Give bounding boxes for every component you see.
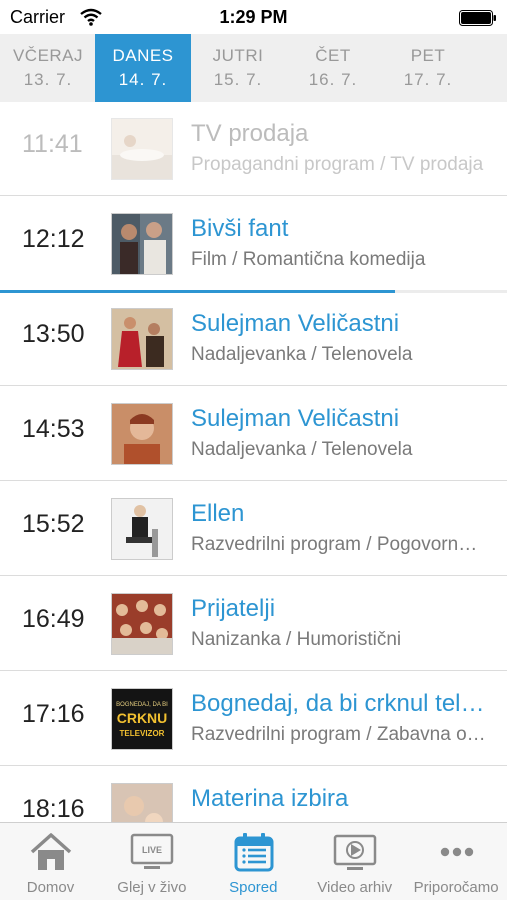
day-tab[interactable]: JUTRI 15. 7.	[190, 34, 286, 102]
tab-label: Glej v živo	[117, 879, 187, 896]
tab-calendar[interactable]: Spored	[203, 823, 304, 901]
program-row[interactable]: 11:41 TV prodaja Propagandni program / TV …	[0, 102, 507, 196]
day-tab[interactable]: S1	[475, 34, 507, 102]
svg-text:LIVE: LIVE	[142, 845, 162, 855]
program-list[interactable]: 11:41 TV prodaja Propagandni program / TV …	[0, 102, 507, 822]
clock: 1:29 PM	[219, 7, 288, 27]
program-genre: Razvedrilni program / Pogovorna oddaja	[191, 534, 487, 555]
day-name: ČET	[315, 46, 351, 65]
program-time: 14:53	[22, 415, 85, 443]
sulejman-thumbnail	[111, 308, 173, 370]
program-row[interactable]: 15:52 Ellen Razvedrilni program / Pogovorn…	[0, 482, 507, 576]
bivsi-fant-thumbnail	[111, 213, 173, 275]
video-archive-icon	[333, 834, 377, 870]
crknu-televizor-thumbnail: BOGNEDAJ, DA BI CRKNU TELEVIZOR	[111, 688, 173, 750]
day-selector: VČERAJ 13. 7. DANES 14. 7. JUTRI 15. 7. ČET 16.…	[0, 34, 507, 102]
program-row[interactable]: 17:16 BOGNEDAJ, DA BI CRKNU TELEVIZOR Bogned…	[0, 672, 507, 766]
program-row[interactable]: 12:12 Bivši fant Film / Romantična komedij…	[0, 197, 507, 293]
program-title: Sulejman Veličastni	[191, 405, 400, 432]
ellen-thumbnail	[111, 498, 173, 560]
more-dots-icon	[440, 847, 473, 857]
program-title: Sulejman Veličastni	[191, 310, 400, 337]
day-date: 13. 7.	[23, 70, 73, 89]
sulejman-portrait-thumbnail	[111, 403, 173, 465]
program-time: 13:50	[22, 320, 85, 348]
program-row[interactable]: 18:16 Materina izbira	[0, 767, 507, 822]
calendar-icon	[234, 833, 274, 872]
tab-label: Domov	[26, 879, 75, 896]
day-date: 1	[475, 70, 507, 90]
tab-label: Video arhiv	[317, 879, 393, 896]
program-title: Bivši fant	[191, 215, 289, 242]
program-genre: Propagandni program / TV prodaja	[191, 154, 484, 175]
day-tab[interactable]: PET 17. 7.	[380, 34, 476, 102]
live-tv-icon: LIVE	[131, 833, 174, 869]
home-icon	[30, 833, 72, 870]
day-date: 15. 7.	[213, 70, 263, 89]
svg-text:TELEVIZOR: TELEVIZOR	[120, 729, 165, 738]
program-row[interactable]: 16:49 Prijatelji Nanizanka / Humoristični	[0, 577, 507, 671]
program-genre: Nanizanka / Humoristični	[191, 629, 402, 650]
day-name: S	[475, 46, 507, 66]
tab-bar: Domov LIVE Glej v živo Spored Video arhiv Pri…	[0, 822, 507, 900]
day-date: 17. 7.	[403, 70, 453, 89]
day-date: 14. 7.	[118, 70, 168, 89]
day-tab[interactable]: ČET 16. 7.	[285, 34, 381, 102]
program-genre: Nadaljevanka / Telenovela	[191, 344, 413, 365]
tab-video-archive[interactable]: Video arhiv	[304, 823, 405, 901]
program-title: Bognedaj, da bi crknul televizor	[191, 690, 491, 717]
day-date: 16. 7.	[308, 70, 358, 89]
day-tab[interactable]: VČERAJ 13. 7.	[0, 34, 96, 102]
program-row[interactable]: 14:53 Sulejman Veličastni Nadaljevanka / T…	[0, 387, 507, 481]
tv-prodaja-thumbnail	[111, 118, 173, 180]
svg-text:CRKNU: CRKNU	[117, 710, 168, 726]
program-title: TV prodaja	[191, 120, 309, 147]
program-time: 18:16	[22, 795, 85, 822]
tab-live-tv[interactable]: LIVE Glej v živo	[101, 823, 202, 901]
program-time: 17:16	[22, 700, 85, 728]
tab-more-dots[interactable]: Priporočamo	[406, 823, 507, 901]
tab-home[interactable]: Domov	[0, 823, 101, 901]
program-title: Prijatelji	[191, 595, 276, 622]
program-time: 15:52	[22, 510, 85, 538]
program-time: 12:12	[22, 225, 85, 253]
program-title: Ellen	[191, 500, 245, 527]
prijatelji-thumbnail	[111, 593, 173, 655]
day-name: JUTRI	[212, 46, 264, 65]
program-time: 16:49	[22, 605, 85, 633]
day-name: DANES	[112, 46, 174, 65]
svg-text:BOGNEDAJ, DA BI: BOGNEDAJ, DA BI	[116, 702, 168, 708]
program-genre: Nadaljevanka / Telenovela	[191, 439, 413, 460]
day-tab[interactable]: DANES 14. 7.	[95, 34, 191, 102]
program-row[interactable]: 13:50 Sulejman Veličastni Nadaljevanka / T…	[0, 292, 507, 386]
battery-icon	[459, 10, 496, 26]
day-name: VČERAJ	[12, 46, 84, 65]
tab-label: Spored	[229, 879, 278, 896]
program-genre: Razvedrilni program / Zabavna oddaja	[191, 724, 487, 745]
day-name: PET	[410, 46, 446, 65]
tab-label: Priporočamo	[413, 879, 499, 896]
program-time: 11:41	[22, 130, 83, 158]
program-genre: Film / Romantična komedija	[191, 249, 426, 270]
materina-izbira-thumbnail	[111, 783, 173, 822]
program-title: Materina izbira	[191, 785, 349, 812]
status-bar: Carrier 1:29 PM	[0, 0, 507, 34]
